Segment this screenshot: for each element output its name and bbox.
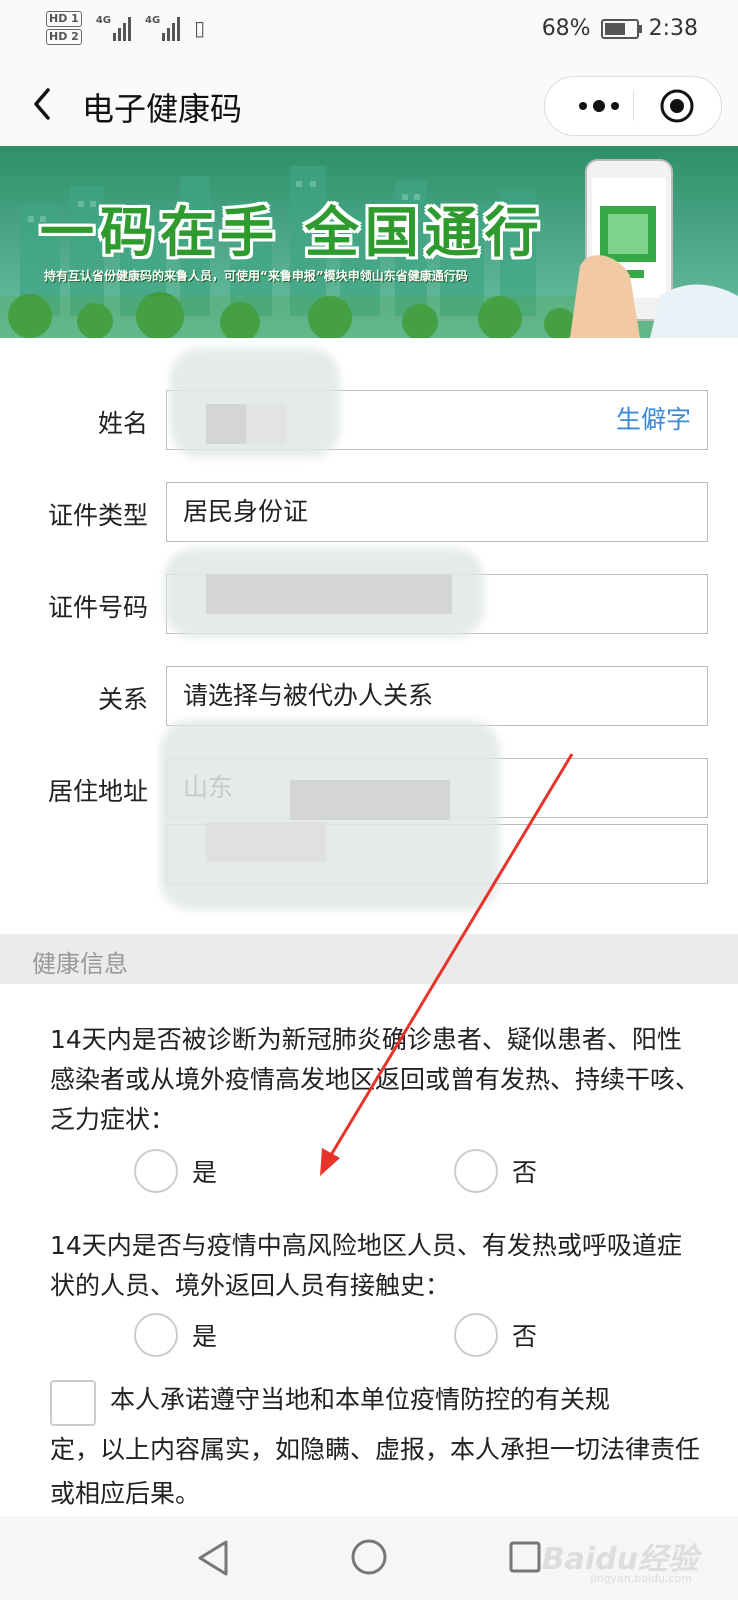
id-type-label: 证件类型 [47, 501, 148, 530]
privacy-pixel [206, 822, 326, 862]
q1-no-option[interactable]: 否 [454, 1146, 537, 1196]
id-type-value: 居民身份证 [183, 497, 309, 526]
health-section-header: 健康信息 [0, 934, 738, 984]
id-type-row: 证件类型 居民身份证 [0, 482, 738, 544]
promise-text-rest: 定，以上内容属实，如隐瞒、虚报，本人承担一切法律责任或相应后果。 [50, 1435, 701, 1508]
q2-no-option[interactable]: 否 [454, 1310, 537, 1360]
promo-banner: 一码在手 全国通行 持有互认省份健康码的来鲁人员，可使用“来鲁申报”模块申领山东… [0, 146, 738, 338]
close-target-icon[interactable] [659, 88, 695, 124]
promise-text-line1: 本人承诺遵守当地和本单位疫情防控的有关规 [110, 1385, 611, 1414]
nav-back-triangle-icon[interactable] [196, 1538, 230, 1578]
capsule-divider [633, 91, 634, 121]
battery-percent: 68% [541, 16, 591, 41]
nav-home-circle-icon[interactable] [350, 1538, 388, 1576]
radio-circle-icon[interactable] [454, 1149, 498, 1193]
relation-label: 关系 [97, 685, 148, 714]
hd1-label: HD 1 [46, 11, 82, 27]
navigation-bar: 电子健康码 [0, 62, 738, 146]
more-dots-icon[interactable] [569, 91, 629, 121]
signal-icon-2: 4G [145, 15, 181, 41]
q2-yes-option[interactable]: 是 [134, 1310, 217, 1360]
health-section-title: 健康信息 [32, 950, 128, 978]
battery-icon [600, 18, 642, 39]
q1-no-label: 否 [512, 1158, 538, 1187]
privacy-pixel [206, 404, 246, 444]
name-row: 姓名 生僻字 [0, 390, 738, 452]
hd-indicator: HD 1 HD 2 [46, 10, 82, 46]
promise-checkbox[interactable] [50, 1380, 96, 1426]
system-nav-bar: Baidu经验 jingyan.baidu.com [0, 1516, 738, 1600]
id-type-select[interactable]: 居民身份证 [166, 482, 708, 542]
address-label: 居住地址 [47, 777, 148, 806]
vibrate-icon: ▯ [194, 16, 206, 40]
clock: 2:38 [648, 16, 698, 41]
radio-circle-icon[interactable] [454, 1313, 498, 1357]
q1-yes-option[interactable]: 是 [134, 1146, 217, 1196]
rare-char-button[interactable]: 生僻字 [616, 391, 691, 449]
q2-no-label: 否 [512, 1322, 538, 1351]
q1-yes-label: 是 [192, 1158, 218, 1187]
relation-placeholder: 请选择与被代办人关系 [183, 681, 434, 710]
nav-recent-square-icon[interactable] [508, 1540, 542, 1574]
privacy-pixel [246, 404, 286, 444]
page-title: 电子健康码 [82, 90, 243, 128]
question-1: 14天内是否被诊断为新冠肺炎确诊患者、疑似患者、阳性感染者或从境外疫情高发地区返… [50, 1025, 701, 1134]
battery-fill [604, 22, 625, 35]
signal-icon: 4G [96, 15, 131, 41]
privacy-pixel [290, 780, 450, 820]
network-label-1: 4G [95, 15, 111, 26]
hd2-label: HD 2 [46, 29, 82, 45]
watermark-url: jingyan.baidu.com [590, 1572, 692, 1585]
back-button[interactable] [24, 82, 64, 126]
status-bar: HD 1 HD 2 4G 4G ▯ 68% 2:38 [0, 0, 738, 62]
mini-program-capsule [544, 76, 722, 136]
radio-circle-icon[interactable] [134, 1313, 178, 1357]
question-2: 14天内是否与疫情中高风险地区人员、有发热或呼吸道症状的人员、境外返回人员有接触… [50, 1231, 682, 1300]
privacy-pixel [206, 574, 452, 614]
name-label: 姓名 [97, 409, 148, 438]
relation-row: 关系 请选择与被代办人关系 [0, 666, 738, 728]
radio-circle-icon[interactable] [134, 1149, 178, 1193]
relation-select[interactable]: 请选择与被代办人关系 [166, 666, 708, 726]
banner-subtitle: 持有互认省份健康码的来鲁人员，可使用“来鲁申报”模块申领山东省健康通行码 [44, 269, 468, 283]
id-number-label: 证件号码 [47, 593, 148, 622]
back-arrow-icon [34, 88, 50, 120]
network-label-2: 4G [145, 15, 161, 26]
q2-yes-label: 是 [192, 1322, 218, 1351]
banner-slogan: 一码在手 全国通行 [40, 201, 545, 264]
